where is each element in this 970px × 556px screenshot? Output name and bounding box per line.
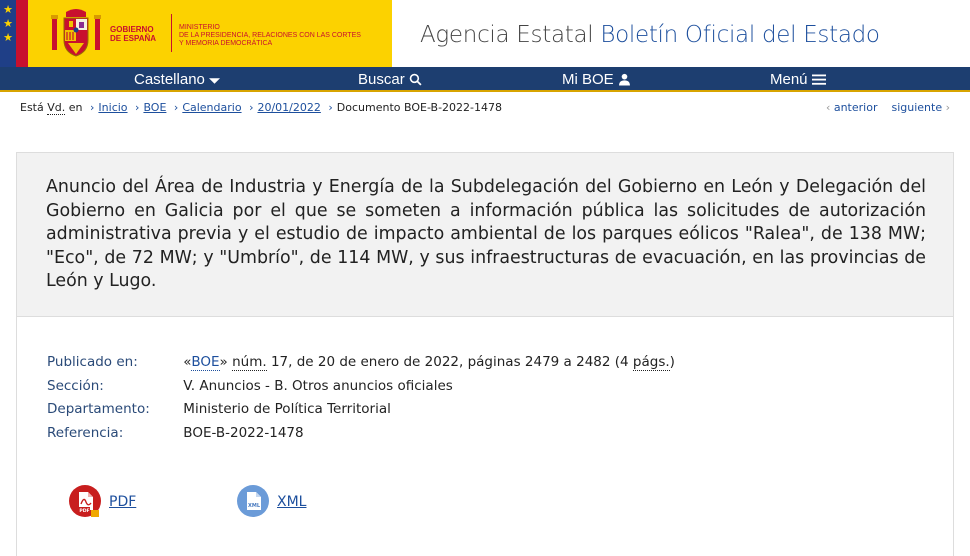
quote-close: » <box>219 354 228 370</box>
breadcrumb-link-home[interactable]: Inicio <box>98 101 127 114</box>
reference-label: Referencia: <box>47 424 124 441</box>
spain-flag-stripe <box>16 0 28 67</box>
previous-link[interactable]: anterior <box>834 101 878 114</box>
pdf-icon-text: PDF <box>79 508 89 514</box>
search-icon <box>409 73 422 86</box>
agency-name: Boletín Oficial del Estado <box>600 22 880 48</box>
pdf-icon: PDF <box>69 485 101 517</box>
menu-button[interactable]: Menú <box>770 70 826 89</box>
user-icon <box>618 73 630 86</box>
caret-down-icon <box>209 78 221 84</box>
ministry-line1: MINISTERIO <box>179 24 220 31</box>
breadcrumb: Está Vd. en › Inicio › BOE › Calendario › 20… <box>20 101 503 115</box>
section-value: V. Anuncios - B. Otros anuncios oficiale… <box>183 377 453 394</box>
ministry-label: MINISTERIO DE LA PRESIDENCIA, RELACIONES… <box>179 24 361 48</box>
section-label: Sección: <box>47 377 104 394</box>
language-selector[interactable]: Castellano <box>134 70 221 89</box>
search-button[interactable]: Buscar <box>358 70 422 89</box>
government-band[interactable]: ★ ★ ★ GOBIERNO DE ESPAÑA MINISTERIO DE L… <box>0 0 392 67</box>
menu-label: Menú <box>770 71 808 88</box>
breadcrumb-prefix-end: en <box>68 101 83 114</box>
chevron-right-icon: › <box>249 101 254 114</box>
my-boe-label: Mi BOE <box>562 71 614 88</box>
ministry-line2: DE LA PRESIDENCIA, RELACIONES CON LAS CO… <box>179 32 361 39</box>
chevron-right-icon: › <box>328 101 333 114</box>
meta-row-reference: Referencia: BOE-B-2022-1478 <box>47 422 675 446</box>
document-title: Anuncio del Área de Industria y Energía … <box>46 177 926 292</box>
breadcrumb-link-date[interactable]: 20/01/2022 <box>257 101 320 114</box>
search-label: Buscar <box>358 71 405 88</box>
eu-flag-icon: ★ ★ ★ <box>0 0 16 67</box>
breadcrumb-abbr: Vd. <box>47 101 66 115</box>
published-label: Publicado en: <box>47 354 138 370</box>
reference-value: BOE-B-2022-1478 <box>183 424 304 441</box>
breadcrumb-prefix: Está <box>20 101 44 114</box>
published-end: ) <box>669 354 675 370</box>
published-details: 17, de 20 de enero de 2022, páginas 2479… <box>270 354 629 370</box>
document-card: Anuncio del Área de Industria y Energía … <box>16 152 954 556</box>
gov-label-line1: GOBIERNO <box>110 25 154 34</box>
coat-of-arms-icon <box>51 9 101 57</box>
agency-title[interactable]: Agencia Estatal Boletín Oficial del Esta… <box>420 22 880 48</box>
site-header: ★ ★ ★ GOBIERNO DE ESPAÑA MINISTERIO DE L… <box>0 0 970 67</box>
chevron-left-icon: ‹ <box>825 101 831 114</box>
num-abbr: núm. <box>232 354 267 371</box>
xml-link[interactable]: XML <box>277 494 306 510</box>
main-nav: Castellano Buscar Mi BOE Menú <box>0 67 970 92</box>
department-value: Ministerio de Política Territorial <box>183 401 391 417</box>
chevron-right-icon: › <box>945 101 950 114</box>
xml-icon-text: XML <box>248 503 261 509</box>
xml-icon: XML <box>237 485 269 517</box>
breadcrumb-link-boe[interactable]: BOE <box>143 101 166 114</box>
pdf-link[interactable]: PDF <box>109 494 136 510</box>
title-box: Anuncio del Área de Industria y Energía … <box>17 153 953 317</box>
meta-row-published: Publicado en: «BOE» núm. 17, de 20 de en… <box>47 351 675 375</box>
chevron-right-icon: › <box>173 101 179 114</box>
logo-divider <box>171 14 172 52</box>
breadcrumb-link-calendar[interactable]: Calendario <box>182 101 241 114</box>
document-pager: ‹ anterior siguiente › <box>826 101 950 114</box>
gov-label-line2: DE ESPAÑA <box>110 34 157 43</box>
agency-prefix: Agencia Estatal <box>420 22 594 48</box>
document-metadata: Publicado en: «BOE» núm. 17, de 20 de en… <box>47 351 675 445</box>
meta-row-department: Departamento: Ministerio de Política Ter… <box>47 398 675 422</box>
ministry-line3: Y MEMORIA DEMOCRÁTICA <box>179 40 273 47</box>
pags-abbr: págs. <box>632 354 670 371</box>
meta-row-section: Sección: V. Anuncios - B. Otros anuncios… <box>47 375 675 399</box>
department-label: Departamento: <box>47 401 150 417</box>
language-label: Castellano <box>134 71 205 88</box>
government-label: GOBIERNO DE ESPAÑA <box>110 25 156 43</box>
chevron-right-icon: › <box>135 101 140 114</box>
chevron-right-icon: › <box>90 101 95 114</box>
next-link[interactable]: siguiente <box>891 101 942 114</box>
breadcrumb-current: Documento BOE-B-2022-1478 <box>336 101 503 114</box>
boe-abbr: BOE <box>191 354 220 371</box>
my-boe-button[interactable]: Mi BOE <box>562 70 631 89</box>
published-value: «BOE» núm. 17, de 20 de enero de 2022, p… <box>183 354 675 371</box>
hamburger-icon <box>811 74 826 85</box>
